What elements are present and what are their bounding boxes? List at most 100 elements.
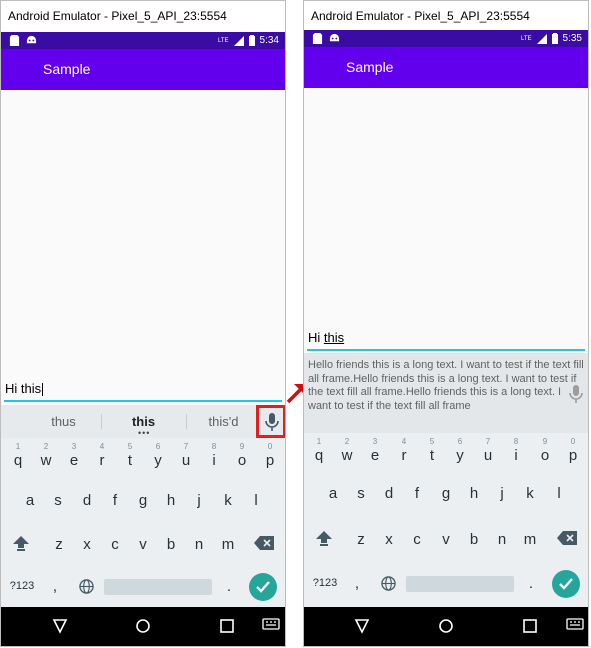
- key[interactable]: 3e: [60, 442, 88, 469]
- keyboard-icon[interactable]: [262, 618, 280, 632]
- recents-icon[interactable]: [522, 618, 538, 634]
- key[interactable]: 0p: [256, 442, 284, 469]
- period-key[interactable]: .: [221, 578, 237, 595]
- space-bar[interactable]: [104, 579, 212, 595]
- symbols-key[interactable]: ?123: [310, 577, 340, 589]
- key[interactable]: a: [319, 485, 347, 502]
- key[interactable]: k: [214, 492, 242, 509]
- key[interactable]: 7u: [474, 437, 502, 464]
- key[interactable]: x: [375, 531, 403, 548]
- key[interactable]: m: [214, 536, 242, 553]
- globe-icon[interactable]: [381, 576, 396, 591]
- key[interactable]: 6y: [144, 442, 172, 469]
- key[interactable]: d: [73, 492, 101, 509]
- home-icon[interactable]: [438, 618, 454, 634]
- key[interactable]: 2w: [333, 437, 361, 464]
- key[interactable]: z: [347, 531, 375, 548]
- key[interactable]: v: [129, 536, 157, 553]
- key[interactable]: x: [73, 536, 101, 553]
- period-key[interactable]: .: [523, 575, 539, 592]
- battery-icon: [551, 33, 558, 44]
- soft-keyboard: thus this ••• this'd 1q 2w 3e 4r 5t 6y 7…: [1, 405, 285, 607]
- key-row-2: a s d f g h j k l: [1, 482, 285, 522]
- key[interactable]: h: [157, 492, 185, 509]
- key[interactable]: 9o: [531, 437, 559, 464]
- key[interactable]: z: [45, 536, 73, 553]
- key[interactable]: l: [242, 492, 270, 509]
- key[interactable]: a: [16, 492, 44, 509]
- key[interactable]: 5t: [418, 437, 446, 464]
- text-entry[interactable]: Hi this: [4, 378, 282, 402]
- key[interactable]: h: [460, 485, 488, 502]
- enter-key[interactable]: [552, 570, 580, 598]
- key[interactable]: g: [432, 485, 460, 502]
- key-row-4: ?123 , .: [304, 565, 588, 605]
- symbols-key[interactable]: ?123: [7, 580, 37, 592]
- key-row-4: ?123 , .: [1, 567, 285, 607]
- backspace-icon[interactable]: [557, 531, 577, 545]
- key[interactable]: f: [101, 492, 129, 509]
- space-bar[interactable]: [406, 576, 514, 592]
- key[interactable]: c: [403, 531, 431, 548]
- key[interactable]: s: [347, 485, 375, 502]
- key[interactable]: 6y: [446, 437, 474, 464]
- enter-key[interactable]: [249, 573, 277, 601]
- key[interactable]: g: [129, 492, 157, 509]
- globe-icon[interactable]: [79, 579, 94, 594]
- key[interactable]: j: [185, 492, 213, 509]
- text-entry[interactable]: Hi this: [307, 327, 585, 351]
- key[interactable]: 2w: [32, 442, 60, 469]
- key[interactable]: 8i: [200, 442, 228, 469]
- key[interactable]: 3e: [361, 437, 389, 464]
- emulator-window-right: Android Emulator - Pixel_5_API_23:5554 L…: [303, 0, 589, 647]
- key[interactable]: c: [101, 536, 129, 553]
- suggestion-item[interactable]: this'd: [181, 405, 266, 438]
- key[interactable]: 8i: [502, 437, 530, 464]
- key[interactable]: 7u: [172, 442, 200, 469]
- emulator-window-left: Android Emulator - Pixel_5_API_23:5554 L…: [0, 0, 286, 647]
- key[interactable]: 4r: [88, 442, 116, 469]
- key[interactable]: s: [44, 492, 72, 509]
- app-title: Sample: [43, 61, 91, 77]
- key[interactable]: f: [403, 485, 431, 502]
- key[interactable]: l: [545, 485, 573, 502]
- key[interactable]: 9o: [228, 442, 256, 469]
- shift-icon[interactable]: [12, 534, 30, 552]
- back-icon[interactable]: [52, 618, 68, 634]
- key[interactable]: k: [516, 485, 544, 502]
- android-icon: [329, 33, 340, 42]
- comma-key[interactable]: ,: [45, 578, 65, 595]
- keyboard-icon[interactable]: [566, 618, 584, 632]
- key[interactable]: j: [488, 485, 516, 502]
- back-icon[interactable]: [354, 618, 370, 634]
- backspace-icon[interactable]: [254, 536, 274, 550]
- app-bar: Sample: [304, 47, 588, 88]
- key[interactable]: 5t: [116, 442, 144, 469]
- key[interactable]: 1q: [305, 437, 333, 464]
- recents-icon[interactable]: [219, 618, 235, 634]
- highlight-box: [256, 405, 285, 438]
- key[interactable]: b: [460, 531, 488, 548]
- comma-key[interactable]: ,: [347, 575, 367, 592]
- soft-keyboard: Hello friends this is a long text. I wan…: [304, 353, 588, 607]
- key[interactable]: 4r: [390, 437, 418, 464]
- suggestion-item[interactable]: thus: [21, 405, 106, 438]
- nav-bar: [304, 607, 588, 646]
- key[interactable]: v: [432, 531, 460, 548]
- key[interactable]: d: [375, 485, 403, 502]
- mic-icon[interactable]: [566, 383, 586, 405]
- key[interactable]: 1q: [4, 442, 32, 469]
- signal-icon: [536, 33, 547, 44]
- key[interactable]: b: [157, 536, 185, 553]
- key[interactable]: n: [185, 536, 213, 553]
- more-suggestions-icon[interactable]: •••: [138, 429, 150, 438]
- home-icon[interactable]: [135, 618, 151, 634]
- key[interactable]: n: [488, 531, 516, 548]
- shift-icon[interactable]: [315, 529, 333, 547]
- entry-text: Hi this: [5, 381, 42, 396]
- status-time: 5:35: [562, 33, 582, 44]
- key[interactable]: 0p: [559, 437, 587, 464]
- key[interactable]: m: [516, 531, 544, 548]
- key-row-3: z x c v b n m: [1, 526, 285, 566]
- window-title: Android Emulator - Pixel_5_API_23:5554: [304, 1, 588, 32]
